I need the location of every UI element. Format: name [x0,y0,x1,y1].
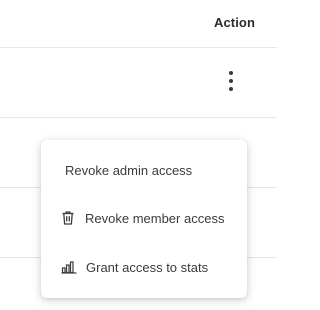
trash-icon [60,210,76,226]
members-table-view: Action Revoke admin access Revoke member… [0,0,277,310]
row-divider [0,117,277,118]
bar-chart-icon [61,259,77,275]
menu-item-revoke-member-access[interactable]: Revoke member access [41,203,247,233]
row-actions-menu-button[interactable] [222,70,240,92]
menu-item-grant-access-to-stats[interactable]: Grant access to stats [41,252,247,282]
menu-item-label: Revoke admin access [65,162,193,178]
more-vertical-icon-dot [229,87,233,91]
menu-item-revoke-admin-access[interactable]: Revoke admin access [41,155,247,185]
more-vertical-icon [229,71,233,75]
column-header-action: Action [213,15,255,30]
menu-item-label: Revoke member access [85,210,225,226]
menu-item-label: Grant access to stats [86,259,209,275]
more-vertical-icon-dot [229,79,233,83]
row-divider [0,47,277,48]
row-actions-dropdown-menu: Revoke admin access Revoke member access [41,140,247,298]
